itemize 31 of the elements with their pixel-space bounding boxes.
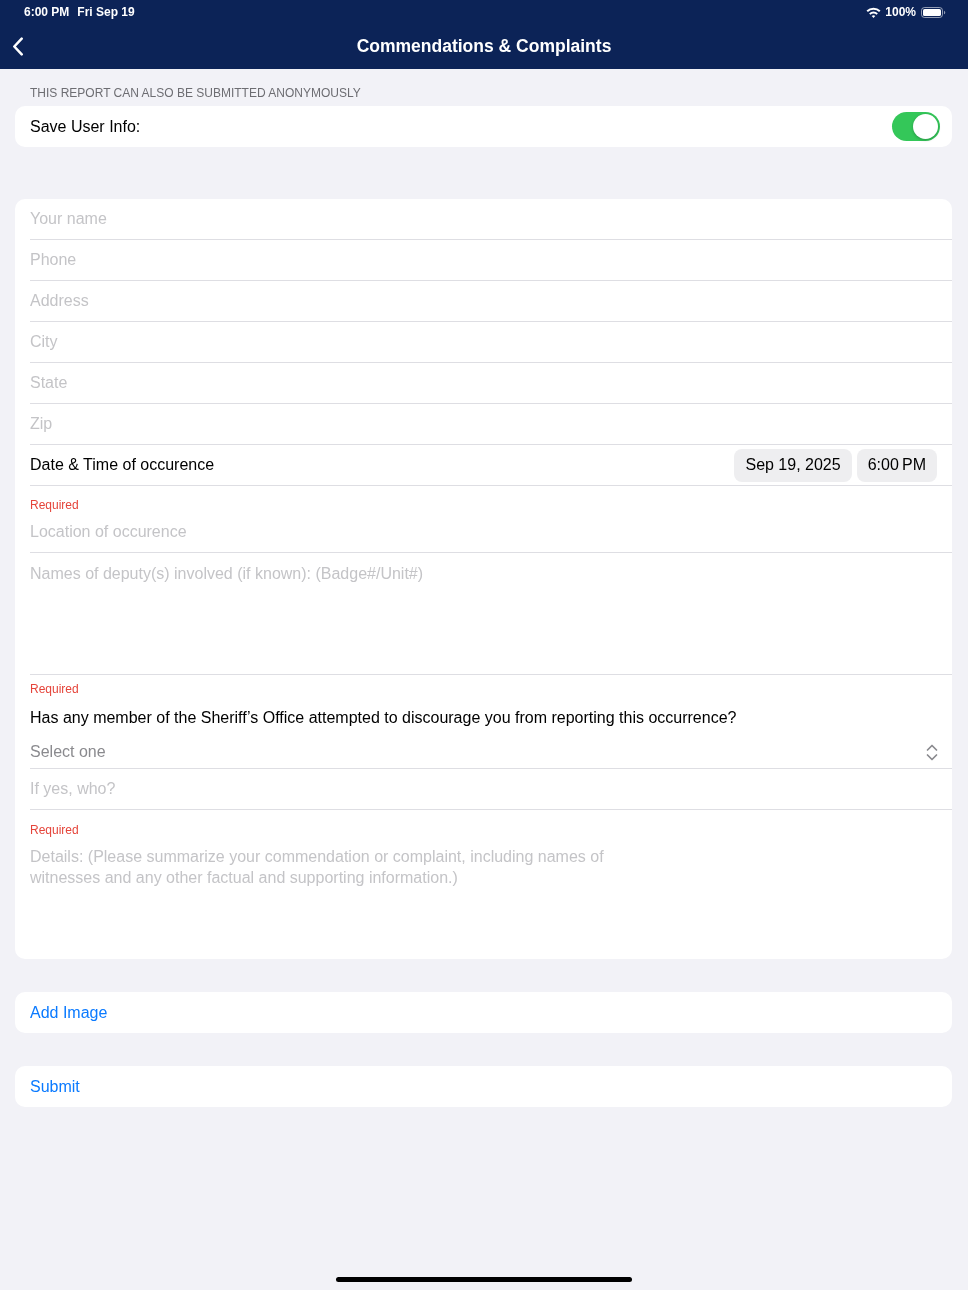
- status-date: Fri Sep 19: [77, 4, 135, 21]
- section-header: THIS REPORT CAN ALSO BE SUBMITTED ANONYMOUSLY: [30, 86, 361, 100]
- battery-percentage: 100%: [885, 4, 916, 21]
- text-field[interactable]: Phone: [30, 240, 952, 280]
- text-field[interactable]: State: [30, 363, 952, 403]
- submit-button[interactable]: Submit: [15, 1066, 952, 1107]
- required-note: Required: [30, 498, 79, 512]
- toggle-label: Save User Info:: [30, 116, 141, 137]
- text-field[interactable]: Zip: [30, 404, 952, 444]
- add-image-button[interactable]: Add Image: [15, 992, 952, 1033]
- text-field[interactable]: Location of occurence: [30, 512, 952, 552]
- required-note: Required: [30, 682, 79, 696]
- required-note: Required: [30, 823, 79, 837]
- text-area[interactable]: Details: (Please summarize your commendation or complaint, including names of witnesses and any other factual and supporting information.): [30, 846, 622, 959]
- select-field[interactable]: Select one: [30, 736, 952, 768]
- up-down-chevron-icon: [926, 743, 938, 761]
- text-area[interactable]: Names of deputy(s) involved (if known): (Badge#/Unit#): [30, 563, 622, 674]
- text-field[interactable]: If yes, who?: [30, 769, 952, 809]
- page-title: Commendations & Complaints: [355, 35, 613, 59]
- wifi-icon: [866, 6, 882, 18]
- text-field[interactable]: Address: [30, 281, 952, 321]
- save-user-info-toggle[interactable]: [892, 112, 940, 141]
- field-label: Date & Time of occurence: [30, 455, 215, 475]
- back-icon[interactable]: [12, 37, 24, 56]
- status-time: 6:00 PM: [24, 4, 70, 21]
- text-field[interactable]: Your name: [30, 199, 952, 239]
- date-picker-button[interactable]: Sep 19, 2025: [734, 448, 852, 482]
- question-text: Has any member of the Sheriff’s Office attempted to discourage you from reporting this occurrence?: [30, 709, 737, 726]
- time-picker-button[interactable]: 6:00 PM: [856, 448, 937, 482]
- text-field[interactable]: City: [30, 322, 952, 362]
- battery-icon: [921, 6, 946, 18]
